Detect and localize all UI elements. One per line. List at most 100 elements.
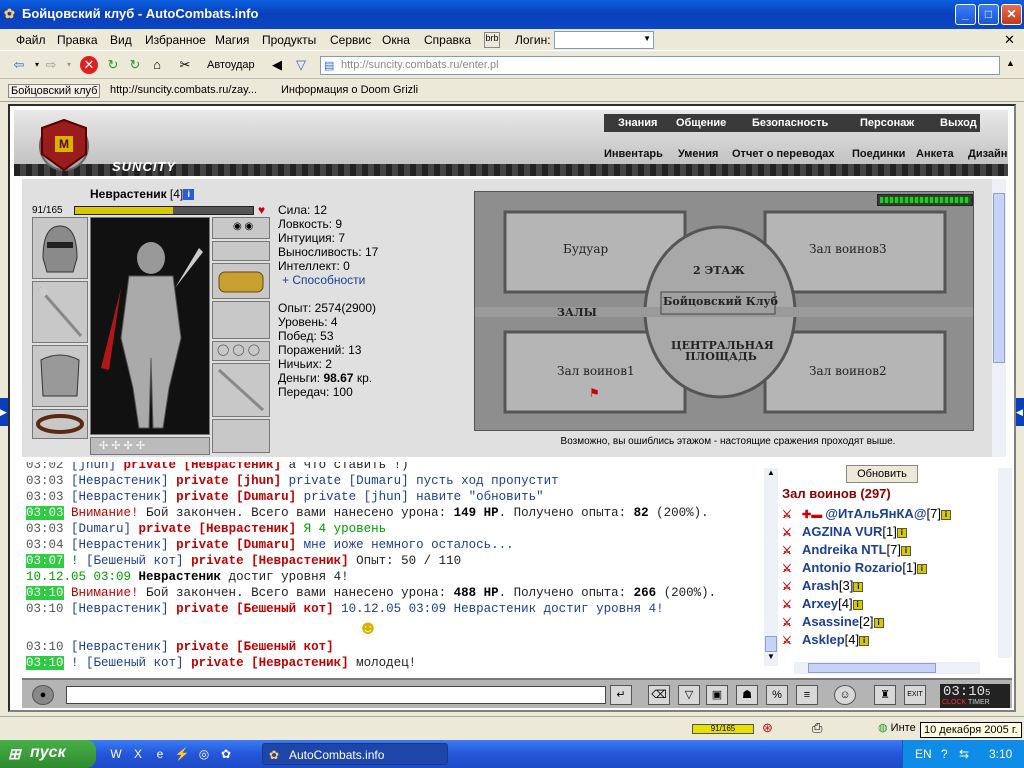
abilities-link[interactable]: + Способности bbox=[278, 273, 478, 287]
menu-products[interactable]: Продукты bbox=[262, 33, 316, 47]
menu-service[interactable]: Сервис bbox=[330, 33, 371, 47]
user-list-item[interactable]: ⚔ Arash[3] i bbox=[782, 578, 864, 593]
subnav-inventory[interactable]: Инвентарь bbox=[604, 148, 663, 160]
chat-user[interactable]: [Неврастеник] bbox=[71, 640, 169, 654]
menu-file[interactable]: Файл bbox=[16, 33, 46, 47]
private-msg-icon[interactable]: ⚔ bbox=[782, 598, 802, 611]
room-hall3[interactable]: Зал воинов3 bbox=[809, 242, 887, 256]
user-name[interactable]: Asklep bbox=[802, 632, 845, 647]
smiley-icon[interactable]: ☺ bbox=[834, 685, 856, 705]
exit-icon[interactable]: EXIT bbox=[904, 685, 926, 705]
send-icon[interactable]: ↵ bbox=[610, 685, 632, 705]
bag-icon[interactable]: ♜ bbox=[874, 685, 896, 705]
private-msg-icon[interactable]: ⚔ bbox=[782, 634, 802, 647]
chat-user[interactable]: ! [Бешеный кот] bbox=[71, 656, 184, 670]
chat-private-target[interactable]: private [Dumaru] bbox=[169, 490, 296, 504]
room-center[interactable]: ЦЕНТРАЛЬНАЯ ПЛОЩАДЬ bbox=[671, 340, 774, 362]
user-info-icon[interactable]: i bbox=[896, 527, 907, 538]
user-name[interactable]: Arxey bbox=[802, 596, 838, 611]
boots-slot[interactable] bbox=[212, 419, 270, 453]
chat-scrollbar[interactable]: ▲ ▼ bbox=[764, 468, 778, 666]
printer-icon[interactable]: ⎙ bbox=[812, 720, 822, 736]
menu-favorites[interactable]: Избранное bbox=[145, 33, 206, 47]
chat-private-target[interactable]: private [Бешеный кот] bbox=[169, 602, 334, 616]
chat-time[interactable]: 03:03 bbox=[26, 522, 64, 536]
lang-indicator[interactable]: EN bbox=[915, 747, 932, 761]
users-hscrollbar[interactable] bbox=[794, 662, 980, 674]
subnav-profile[interactable]: Анкета bbox=[916, 148, 954, 160]
nav-communication[interactable]: Общение bbox=[676, 117, 726, 129]
room-hall1[interactable]: Зал воинов1 bbox=[557, 364, 635, 378]
ie-icon[interactable]: e bbox=[152, 746, 168, 762]
weapon-slot[interactable] bbox=[32, 281, 88, 343]
chat-private-target[interactable]: private [Dumaru] bbox=[169, 538, 296, 552]
private-msg-icon[interactable]: ⚔ bbox=[782, 562, 802, 575]
chat-user[interactable]: [Неврастеник] bbox=[71, 602, 169, 616]
room-club[interactable]: Бойцовский Клуб bbox=[663, 295, 778, 308]
chat-time[interactable]: 03:10 bbox=[26, 602, 64, 616]
armor-slot[interactable] bbox=[32, 345, 88, 407]
link-tab-club[interactable]: Бойцовский клуб bbox=[8, 84, 101, 98]
user-name[interactable]: Andreika NTL bbox=[802, 542, 887, 557]
firefox-icon[interactable]: ◎ bbox=[196, 746, 212, 762]
private-msg-icon[interactable]: ⚔ bbox=[782, 508, 802, 521]
user-name[interactable]: Antonio Rozario bbox=[802, 560, 902, 575]
chat-time[interactable]: 03:03 bbox=[26, 474, 64, 488]
user-list-item[interactable]: ⚔ ✚▬ @ИтАльЯнКА@[7] i bbox=[782, 506, 951, 521]
helmet-slot[interactable] bbox=[32, 217, 88, 279]
percent-icon[interactable]: % bbox=[766, 685, 788, 705]
users-hscroll-thumb[interactable] bbox=[808, 663, 936, 673]
login-field[interactable]: ▼ bbox=[554, 31, 654, 49]
room-boudoir[interactable]: Будуар bbox=[563, 242, 608, 256]
filter-chat-icon[interactable]: ▽ bbox=[678, 685, 700, 705]
close-button[interactable]: ✕ bbox=[1001, 4, 1022, 25]
refresh-all-icon[interactable]: ↻ bbox=[126, 56, 144, 74]
speaker-icon[interactable]: ◀ bbox=[268, 56, 286, 74]
chat-time[interactable]: 03:03 bbox=[26, 506, 64, 520]
excel-icon[interactable]: X bbox=[130, 746, 146, 762]
earring-slot[interactable] bbox=[212, 241, 270, 261]
menu-magic[interactable]: Магия bbox=[215, 33, 249, 47]
subnav-design[interactable]: Дизайн bbox=[968, 148, 1007, 160]
right-sidebar-toggle-icon[interactable]: ◀ bbox=[1016, 398, 1024, 426]
address-scroll-icon[interactable]: ▲ bbox=[1006, 58, 1015, 68]
chat-user[interactable]: [Неврастеник] bbox=[71, 474, 169, 488]
info-icon[interactable]: i bbox=[183, 189, 195, 201]
forward-dropdown-icon[interactable]: ▾ bbox=[60, 56, 78, 74]
chat-user[interactable]: [Dumaru] bbox=[71, 522, 131, 536]
bracer-slot[interactable] bbox=[212, 301, 270, 339]
chat-user[interactable]: [jhun] bbox=[71, 462, 116, 472]
start-button[interactable]: ⊞ пуск bbox=[0, 740, 96, 768]
chat-time[interactable]: 03:04 bbox=[26, 538, 64, 552]
user-list-item[interactable]: ⚔ Arxey[4] i bbox=[782, 596, 863, 611]
chat-private-target[interactable]: private [Неврастеник] bbox=[116, 462, 282, 472]
menu-help[interactable]: Справка bbox=[424, 33, 471, 47]
belt-slot[interactable] bbox=[32, 409, 88, 439]
chat-private-target[interactable]: private [Неврастеник] bbox=[131, 522, 297, 536]
link-tab-info[interactable]: Информация о Doom Grizli bbox=[281, 84, 418, 96]
link-tab-zayavki[interactable]: http://suncity.combats.ru/zay... bbox=[110, 84, 257, 96]
user-list-item[interactable]: ⚔ AGZINA VUR[1] i bbox=[782, 524, 907, 539]
chat-private-target[interactable]: private [Бешеный кот] bbox=[169, 640, 334, 654]
walk-icon[interactable]: ☗ bbox=[736, 685, 758, 705]
ant-icon[interactable]: ✿ bbox=[218, 746, 234, 762]
private-msg-icon[interactable]: ⚔ bbox=[782, 616, 802, 629]
forward-icon[interactable]: ⇨ bbox=[42, 56, 60, 74]
chat-time[interactable]: 10.12.05 03:09 bbox=[26, 570, 131, 584]
user-name[interactable]: AGZINA VUR bbox=[802, 524, 882, 539]
extra-slots[interactable]: ✢ ✢ ✢ ✢ bbox=[90, 437, 210, 455]
lightning-icon[interactable]: ⚡ bbox=[174, 746, 190, 762]
back-icon[interactable]: ⇦ bbox=[10, 56, 28, 74]
ring-slots[interactable]: ◉ ◉ bbox=[212, 217, 270, 239]
minimize-button[interactable]: _ bbox=[955, 4, 976, 25]
autoudar-button[interactable]: Автоудар bbox=[207, 59, 255, 71]
home-icon[interactable]: ⌂ bbox=[148, 56, 166, 74]
subnav-transfers[interactable]: Отчет о переводах bbox=[732, 148, 835, 160]
private-msg-icon[interactable]: ⚔ bbox=[782, 580, 802, 593]
dropdown-arrow-icon[interactable]: ▼ bbox=[643, 34, 651, 43]
chat-time[interactable]: 03:10 bbox=[26, 586, 64, 600]
user-info-icon[interactable]: i bbox=[852, 599, 863, 610]
user-info-icon[interactable]: i bbox=[916, 563, 927, 574]
nav-exit[interactable]: Выход bbox=[940, 117, 977, 129]
user-name[interactable]: @ИтАльЯнКА@ bbox=[825, 506, 926, 521]
